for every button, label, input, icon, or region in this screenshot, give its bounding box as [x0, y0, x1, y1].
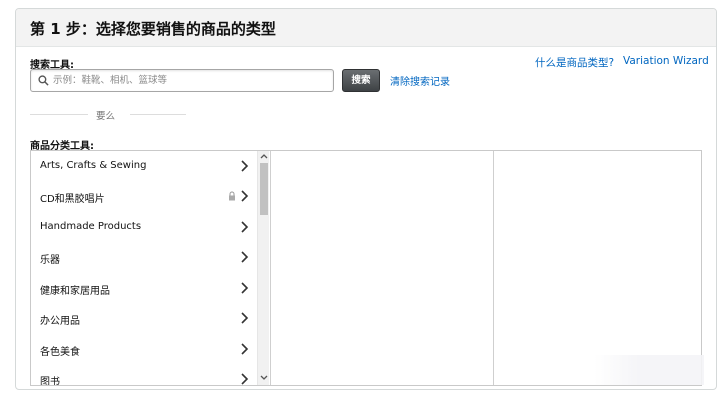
watermark-overlay	[594, 355, 704, 385]
chevron-right-icon	[241, 282, 249, 294]
category-label: 各色美食	[40, 347, 80, 358]
page-title: 第 1 步：选择您要销售的商品的类型	[30, 20, 276, 38]
category-label: 健康和家居用品	[40, 286, 110, 297]
chevron-right-icon	[241, 343, 249, 355]
category-item[interactable]: 图书	[31, 364, 257, 385]
category-item[interactable]: 各色美食	[31, 334, 257, 364]
category-browser: Arts, Crafts & Sewing CD和黑胶唱片 Handmade P…	[30, 150, 702, 386]
category-column-3	[493, 151, 701, 385]
step-panel: 第 1 步：选择您要销售的商品的类型 搜索工具: 搜索 清除搜索记录 什么是商品…	[15, 8, 717, 390]
divider-line-right	[130, 114, 186, 115]
chevron-right-icon	[241, 190, 249, 202]
or-divider: 要么	[30, 108, 186, 122]
category-column-1: Arts, Crafts & Sewing CD和黑胶唱片 Handmade P…	[31, 151, 270, 385]
search-button[interactable]: 搜索	[342, 69, 380, 92]
chevron-right-icon	[241, 160, 249, 172]
category-item[interactable]: Handmade Products	[31, 212, 257, 242]
category-item[interactable]: 乐器	[31, 242, 257, 272]
chevron-down-icon[interactable]	[258, 373, 270, 382]
category-label: CD和黑胶唱片	[40, 194, 105, 205]
chevron-right-icon	[241, 221, 249, 233]
clear-search-link[interactable]: 清除搜索记录	[390, 73, 450, 88]
variation-wizard-link[interactable]: Variation Wizard	[623, 55, 709, 67]
category-item[interactable]: CD和黑胶唱片	[31, 181, 257, 211]
category-scrollbar[interactable]	[257, 151, 269, 385]
category-label: 办公用品	[40, 316, 80, 327]
category-label: 乐器	[40, 255, 60, 266]
chevron-up-icon[interactable]	[258, 152, 270, 161]
chevron-right-icon	[241, 312, 249, 324]
scrollbar-thumb[interactable]	[260, 163, 268, 215]
search-box[interactable]	[30, 69, 334, 92]
lock-icon	[229, 191, 235, 201]
category-item[interactable]: 办公用品	[31, 303, 257, 333]
chevron-right-icon	[241, 373, 249, 385]
chevron-right-icon	[241, 251, 249, 263]
category-label: Arts, Crafts & Sewing	[40, 160, 147, 171]
search-input[interactable]	[53, 70, 329, 91]
category-column-2	[270, 151, 493, 385]
category-label: Handmade Products	[40, 221, 142, 232]
or-text: 要么	[96, 111, 116, 122]
search-icon	[38, 75, 49, 86]
product-type-help-link[interactable]: 什么是商品类型?	[535, 55, 614, 70]
category-item[interactable]: 健康和家居用品	[31, 273, 257, 303]
divider-line-left	[30, 114, 88, 115]
category-item[interactable]: Arts, Crafts & Sewing	[31, 151, 257, 181]
category-label: 图书	[40, 377, 60, 385]
